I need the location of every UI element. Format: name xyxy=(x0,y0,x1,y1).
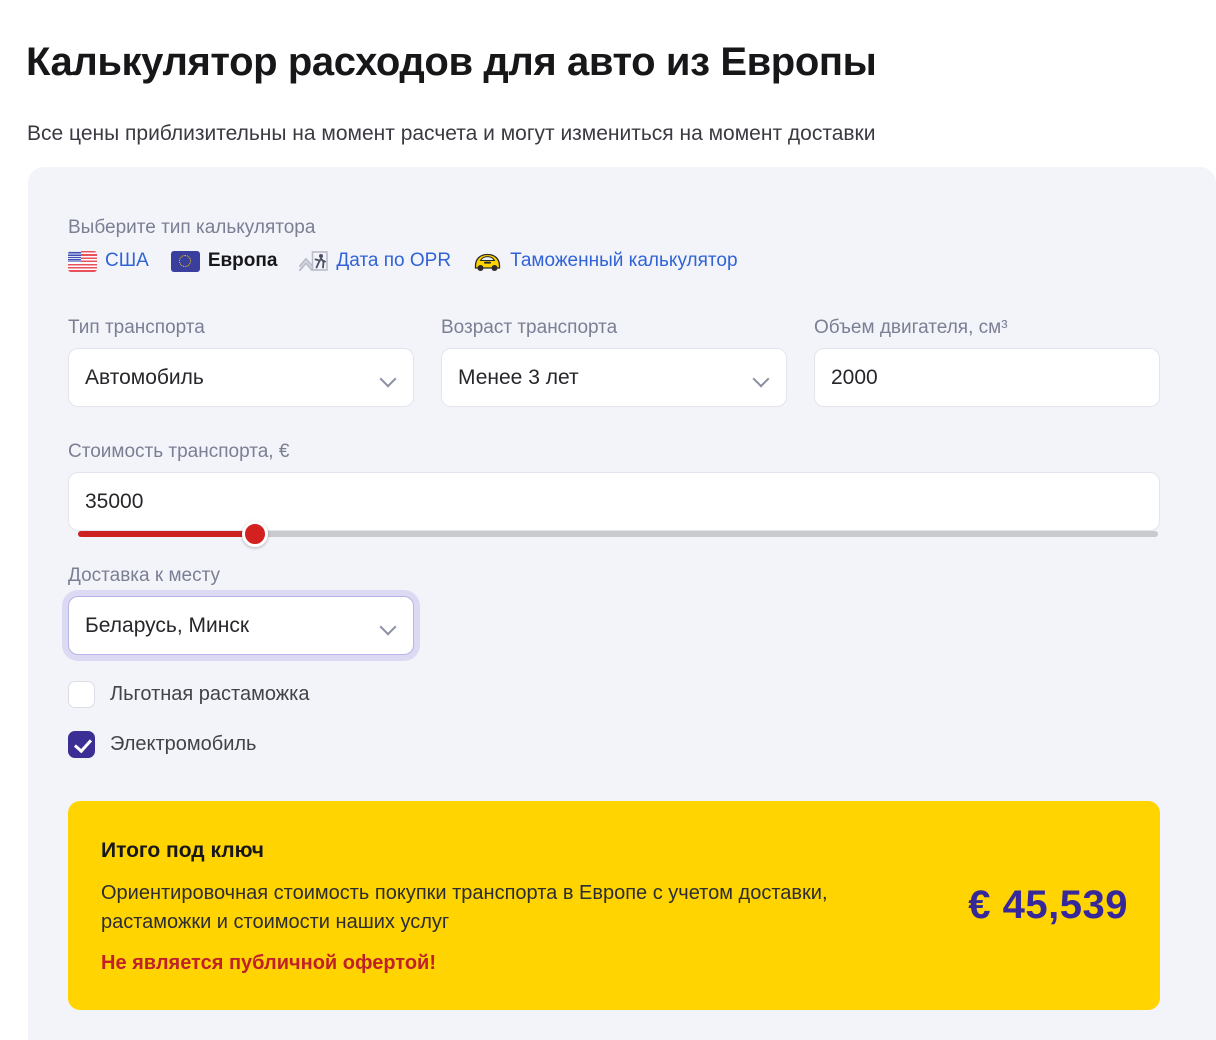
yellow-car-icon xyxy=(473,250,502,272)
engine-volume-input[interactable]: 2000 xyxy=(814,348,1160,407)
calculator-page: Калькулятор расходов для авто из Европы … xyxy=(0,0,1216,1040)
chevron-down-icon xyxy=(752,369,770,387)
page-title: Калькулятор расходов для авто из Европы xyxy=(26,39,877,84)
delivery-label: Доставка к месту xyxy=(68,565,221,586)
result-total-amount: € 45,539 xyxy=(968,883,1128,927)
price-slider-fill xyxy=(78,531,256,537)
delivery-value: Беларусь, Минск xyxy=(85,613,250,637)
preferential-customs-checkbox[interactable] xyxy=(68,681,95,708)
price-slider[interactable] xyxy=(78,521,1158,547)
price-value: 35000 xyxy=(85,489,144,513)
runner-track-icon xyxy=(299,250,329,272)
tab-opr-date-label: Дата по OPR xyxy=(336,250,452,271)
chevron-down-icon xyxy=(379,369,397,387)
chevron-down-icon xyxy=(379,617,397,635)
engine-volume-value: 2000 xyxy=(831,365,878,389)
tab-usa[interactable]: США xyxy=(68,248,149,274)
electric-vehicle-checkbox-row[interactable]: Электромобиль xyxy=(68,731,256,758)
result-description: Ориентировочная стоимость покупки трансп… xyxy=(101,882,828,933)
vehicle-age-value: Менее 3 лет xyxy=(458,365,579,389)
page-subtitle: Все цены приблизительны на момент расчет… xyxy=(27,122,876,145)
tab-europe-label: Европа xyxy=(207,250,278,271)
electric-vehicle-label: Электромобиль xyxy=(110,733,257,755)
vehicle-age-select[interactable]: Менее 3 лет xyxy=(441,348,787,407)
calculator-type-label: Выберите тип калькулятора xyxy=(68,217,316,238)
price-input[interactable]: 35000 xyxy=(68,472,1160,531)
tab-customs-calculator-label: Таможенный калькулятор xyxy=(510,250,738,271)
vehicle-age-label: Возраст транспорта xyxy=(441,317,618,338)
calculator-card: Выберите тип калькулятора США Европа Дат… xyxy=(28,167,1216,1040)
result-disclaimer: Не является публичной офертой! xyxy=(101,952,436,974)
vehicle-type-value: Автомобиль xyxy=(85,365,204,389)
result-heading: Итого под ключ xyxy=(101,839,264,862)
result-text-block: Итого под ключ Ориентировочная стоимость… xyxy=(101,837,881,977)
flag-usa-icon xyxy=(68,250,97,272)
vehicle-type-label: Тип транспорта xyxy=(68,317,205,338)
tab-customs-calculator[interactable]: Таможенный калькулятор xyxy=(473,248,738,274)
vehicle-type-select[interactable]: Автомобиль xyxy=(68,348,414,407)
price-label: Стоимость транспорта, € xyxy=(68,441,290,462)
preferential-customs-label: Льготная растаможка xyxy=(110,683,310,705)
price-slider-thumb[interactable] xyxy=(242,521,269,547)
preferential-customs-checkbox-row[interactable]: Льготная растаможка xyxy=(68,681,309,708)
tab-usa-label: США xyxy=(105,250,149,271)
tab-europe[interactable]: Европа xyxy=(170,248,278,274)
engine-volume-label: Объем двигателя, см³ xyxy=(814,317,1008,338)
result-summary-box: Итого под ключ Ориентировочная стоимость… xyxy=(68,801,1160,1010)
tab-opr-date[interactable]: Дата по OPR xyxy=(299,248,451,274)
flag-eu-icon xyxy=(170,250,200,272)
delivery-select[interactable]: Беларусь, Минск xyxy=(68,596,414,655)
electric-vehicle-checkbox[interactable] xyxy=(68,731,95,758)
calculator-type-tabs: США Европа Дата по OPR Таможенный кальку… xyxy=(68,248,738,274)
